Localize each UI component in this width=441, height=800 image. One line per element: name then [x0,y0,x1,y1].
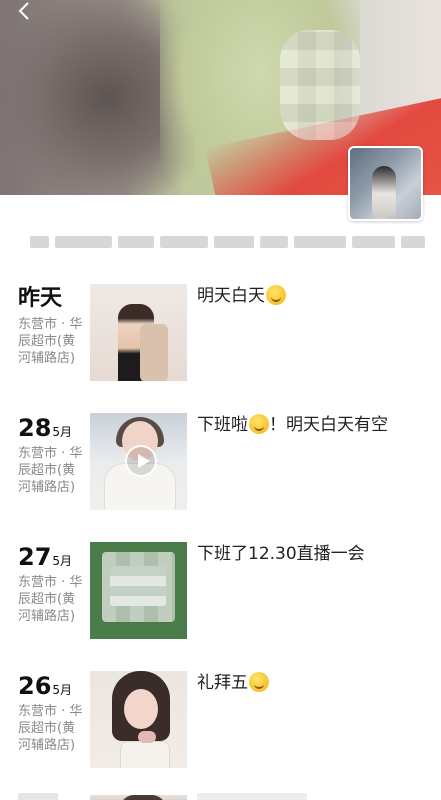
caption-text: 下班啦 [197,415,248,435]
photo-figure [124,689,158,729]
post-month: 5月 [52,683,73,697]
post-date: 275月 [18,540,72,574]
moment-post[interactable]: 昨天 东营市 · 华辰超市(黄河辅路店) 明天白天 [0,282,441,392]
post-location[interactable]: 东营市 · 华辰超市(黄河辅路店) [18,445,88,496]
next-post-photo-partial[interactable] [90,795,187,800]
post-month: 5月 [52,554,73,568]
smile-emoji-icon [249,672,269,692]
photo-figure [120,795,166,800]
caption-text: 礼拜五 [197,673,248,693]
post-caption[interactable]: 礼拜五 [197,671,437,695]
caption-text: 明天白天 [197,286,265,306]
post-date: 昨天 [18,282,62,316]
wink-emoji-icon [249,414,269,434]
caption-text-after: ！明天白天有空 [269,415,388,435]
photo-figure [140,324,168,381]
post-caption[interactable]: 下班了12.30直播一会 [197,542,437,566]
post-date: 285月 [18,411,72,445]
post-location[interactable]: 东营市 · 华辰超市(黄河辅路店) [18,316,88,367]
moment-post[interactable]: 265月 东营市 · 华辰超市(黄河辅路店) 礼拜五 [0,669,441,779]
post-caption[interactable]: 明天白天 [197,284,437,308]
post-day: 昨天 [18,286,63,311]
post-photo[interactable] [90,671,187,768]
post-photo[interactable] [90,284,187,381]
avatar-figure [372,166,396,216]
image-card [110,566,166,606]
post-month: 5月 [52,425,73,439]
moment-post[interactable]: 285月 东营市 · 华辰超市(黄河辅路店) 下班啦 ！明天白天有空 [0,411,441,521]
next-post-caption-partial [197,793,307,800]
moment-post[interactable]: 275月 东营市 · 华辰超市(黄河辅路店) 下班了12.30直播一会 [0,540,441,650]
caption-text: 下班了12.30直播一会 [197,544,365,564]
play-icon[interactable] [125,445,157,477]
post-date: 265月 [18,669,72,703]
smile-emoji-icon [266,285,286,305]
photo-figure [120,741,170,768]
post-day: 26 [18,672,52,700]
post-day: 27 [18,543,52,571]
post-caption[interactable]: 下班啦 ！明天白天有空 [197,413,437,437]
cover-mosaic [280,30,360,140]
post-location[interactable]: 东营市 · 华辰超市(黄河辅路店) [18,703,88,754]
chevron-left-icon[interactable] [14,0,36,22]
user-avatar[interactable] [348,146,423,221]
profile-signature-blurred [30,234,425,250]
post-image[interactable] [90,542,187,639]
post-location[interactable]: 东营市 · 华辰超市(黄河辅路店) [18,574,88,625]
post-day: 28 [18,414,52,442]
photo-figure [138,731,156,743]
post-video[interactable] [90,413,187,510]
next-post-date-partial [18,793,58,800]
